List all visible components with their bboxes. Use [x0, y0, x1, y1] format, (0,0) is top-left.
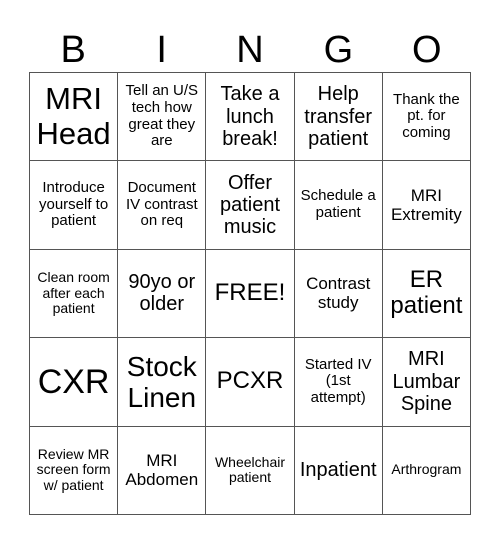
bingo-cell[interactable]: Schedule a patient — [294, 161, 383, 250]
bingo-board: MRI Head Tell an U/S tech how great they… — [29, 72, 471, 515]
bingo-cell[interactable]: Contrast study — [294, 249, 383, 339]
cell-text: 90yo or older — [128, 271, 196, 316]
bingo-cell[interactable]: Inpatient — [294, 426, 383, 515]
cell-text: Document IV contrast on req — [125, 178, 198, 230]
bingo-cell[interactable]: ER patient — [382, 249, 471, 339]
cell-text: Introduce yourself to patient — [38, 178, 109, 230]
cell-text: Wheelchair patient — [214, 453, 285, 486]
bingo-cell[interactable]: Tell an U/S tech how great they are — [118, 73, 207, 162]
bingo-header: B I N G O — [29, 28, 471, 72]
bingo-cell[interactable]: Started IV (1st attempt) — [294, 338, 383, 427]
cell-text: CXR — [37, 362, 110, 401]
bingo-cell[interactable]: Review MR screen form w/ patient — [30, 426, 119, 515]
bingo-cell[interactable]: Introduce yourself to patient — [30, 161, 119, 250]
header-letter-b: B — [60, 29, 86, 71]
cell-text: Inpatient — [299, 459, 377, 482]
cell-text: Offer patient music — [219, 171, 281, 239]
cell-text: Tell an U/S tech how great they are — [125, 82, 199, 150]
bingo-cell[interactable]: Stock Linen — [118, 338, 207, 427]
bingo-cell[interactable]: Clean room after each patient — [30, 249, 119, 339]
cell-text: MRI Head — [36, 80, 111, 151]
header-letter-g: G — [323, 29, 354, 71]
cell-text: MRI Abdomen — [125, 451, 199, 490]
cell-text: Help transfer patient — [304, 83, 373, 150]
cell-text: ER patient — [390, 265, 463, 320]
cell-text: Thank the pt. for coming — [393, 90, 460, 142]
bingo-cell[interactable]: Thank the pt. for coming — [382, 73, 471, 162]
header-letter-i: I — [156, 29, 167, 71]
cell-text: Contrast study — [306, 274, 371, 313]
bingo-cell[interactable]: Arthrogram — [382, 426, 471, 515]
cell-text: Take a lunch break! — [220, 83, 280, 150]
cell-text: Clean room after each patient — [37, 268, 110, 317]
cell-text: MRI Lumbar Spine — [392, 348, 461, 416]
header-letter-o: O — [412, 29, 442, 71]
bingo-cell[interactable]: MRI Extremity — [382, 161, 471, 250]
cell-text: Review MR screen form w/ patient — [36, 445, 111, 494]
bingo-cell[interactable]: MRI Lumbar Spine — [382, 338, 471, 427]
bingo-cell[interactable]: PCXR — [206, 338, 295, 427]
bingo-cell[interactable]: MRI Abdomen — [118, 426, 207, 515]
cell-text: Stock Linen — [126, 350, 197, 413]
header-letter-n: N — [236, 29, 264, 71]
bingo-cell[interactable]: Wheelchair patient — [206, 426, 295, 515]
bingo-cell[interactable]: Document IV contrast on req — [118, 161, 207, 250]
bingo-cell[interactable]: MRI Head — [30, 73, 119, 162]
bingo-cell[interactable]: Help transfer patient — [294, 73, 383, 162]
cell-text: Arthrogram — [391, 461, 462, 478]
bingo-cell[interactable]: CXR — [30, 338, 119, 427]
free-space-cell[interactable]: FREE! — [206, 249, 295, 339]
cell-text: PCXR — [216, 367, 284, 395]
bingo-cell[interactable]: Take a lunch break! — [206, 73, 295, 162]
bingo-cell[interactable]: Offer patient music — [206, 161, 295, 250]
cell-text: FREE! — [214, 279, 286, 307]
cell-text: MRI Extremity — [390, 186, 462, 225]
bingo-cell[interactable]: 90yo or older — [118, 249, 207, 339]
cell-text: Schedule a patient — [300, 187, 376, 222]
cell-text: Started IV (1st attempt) — [304, 355, 372, 407]
